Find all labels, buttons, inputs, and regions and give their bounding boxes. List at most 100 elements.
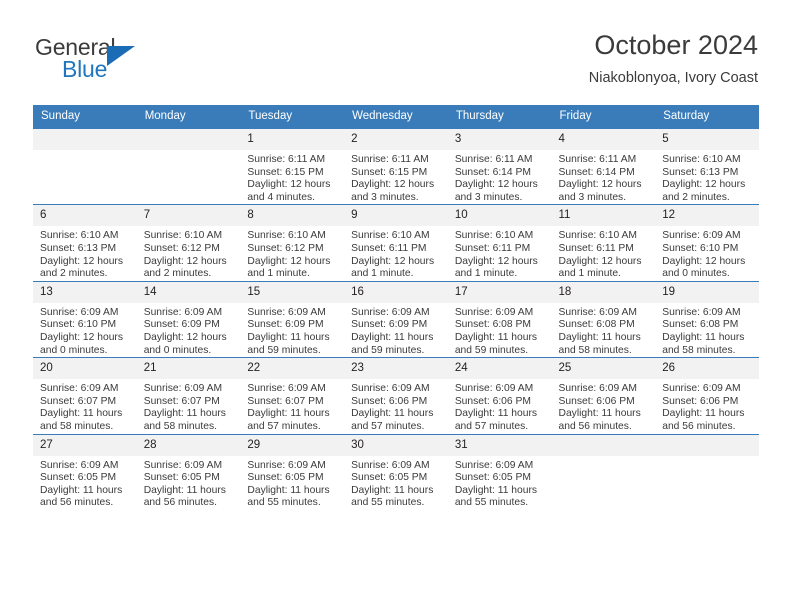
calendar-day-cell[interactable]: 21 Sunrise: 6:09 AM Sunset: 6:07 PM Dayligh… [136, 357, 241, 434]
daylight-text-line2: and 1 minute. [247, 268, 310, 280]
sunrise-text: Sunrise: 6:10 AM [143, 230, 223, 242]
daylight-text-line1: Daylight: 12 hours [143, 255, 227, 267]
page-title: October 2024 [594, 30, 758, 60]
daylight-text-line1: Daylight: 12 hours [454, 179, 538, 191]
day-details: Sunrise: 6:09 AM Sunset: 6:08 PM Daylight:… [655, 303, 759, 357]
calendar-day-cell[interactable]: 20 Sunrise: 6:09 AM Sunset: 6:07 PM Dayligh… [33, 357, 137, 434]
calendar-day-cell[interactable]: 13 Sunrise: 6:09 AM Sunset: 6:10 PM Dayligh… [33, 280, 137, 358]
calendar-day-cell[interactable]: 1 Sunrise: 6:11 AM Sunset: 6:15 PM Daylight… [240, 127, 345, 205]
calendar-day-cell[interactable]: 6 Sunrise: 6:10 AM Sunset: 6:13 PM Daylight… [33, 204, 137, 282]
calendar-day-cell[interactable]: 7 Sunrise: 6:10 AM Sunset: 6:12 PM Daylight… [136, 204, 241, 282]
daylight-text-line2: and 0 minutes. [40, 344, 108, 356]
daylight-text-line1: Daylight: 12 hours [247, 179, 331, 191]
day-details: Sunrise: 6:09 AM Sunset: 6:10 PM Daylight:… [33, 303, 137, 357]
sunset-text: Sunset: 6:13 PM [40, 242, 117, 254]
sunrise-text: Sunrise: 6:10 AM [351, 230, 430, 242]
daylight-text-line1: Daylight: 11 hours [351, 331, 434, 343]
day-number: 26 [655, 358, 759, 380]
triangle-icon [107, 46, 135, 66]
day-number: 17 [447, 281, 552, 303]
calendar-day-cell[interactable]: 19 Sunrise: 6:09 AM Sunset: 6:08 PM Dayligh… [655, 280, 759, 358]
calendar-day-cell[interactable]: 17 Sunrise: 6:09 AM Sunset: 6:08 PM Dayligh… [447, 280, 552, 358]
sunrise-text: Sunrise: 6:09 AM [454, 383, 534, 395]
calendar-day-cell[interactable]: 23 Sunrise: 6:09 AM Sunset: 6:06 PM Dayligh… [344, 357, 448, 434]
calendar-day-cell[interactable]: 22 Sunrise: 6:09 AM Sunset: 6:07 PM Dayligh… [240, 357, 345, 434]
sunrise-text: Sunrise: 6:10 AM [247, 230, 326, 242]
calendar-day-cell[interactable]: 2 Sunrise: 6:11 AM Sunset: 6:15 PM Daylight… [344, 127, 448, 205]
daylight-text-line2: and 4 minutes. [247, 191, 315, 203]
day-number: 4 [551, 129, 656, 150]
daylight-text-line2: and 57 minutes. [247, 420, 321, 432]
calendar-table: Sunday Monday Tuesday Wednesday Thursday… [33, 105, 759, 510]
daylight-text-line2: and 55 minutes. [454, 497, 529, 509]
sunrise-text: Sunrise: 6:11 AM [558, 154, 637, 165]
calendar-day-cell[interactable]: 25 Sunrise: 6:09 AM Sunset: 6:06 PM Dayligh… [551, 357, 656, 434]
sunset-text: Sunset: 6:08 PM [662, 319, 739, 331]
calendar-day-cell[interactable]: 11 Sunrise: 6:10 AM Sunset: 6:11 PM Dayligh… [551, 204, 656, 282]
daylight-text-line2: and 1 minute. [454, 268, 518, 280]
daylight-text-line1: Daylight: 11 hours [143, 408, 226, 420]
day-number [655, 434, 759, 456]
day-details: Sunrise: 6:09 AM Sunset: 6:05 PM Daylight:… [448, 456, 552, 510]
calendar-day-cell[interactable]: 31 Sunrise: 6:09 AM Sunset: 6:05 PM Dayligh… [447, 433, 552, 510]
daylight-text-line2: and 3 minutes. [558, 191, 627, 203]
calendar-day-cell[interactable]: 16 Sunrise: 6:09 AM Sunset: 6:09 PM Dayligh… [344, 280, 448, 358]
sunset-text: Sunset: 6:11 PM [454, 242, 531, 254]
day-details [552, 456, 656, 460]
sunset-text: Sunset: 6:13 PM [662, 166, 739, 178]
sunrise-text: Sunrise: 6:09 AM [662, 230, 741, 242]
sunrise-text: Sunrise: 6:09 AM [143, 306, 223, 318]
sunset-text: Sunset: 6:05 PM [143, 472, 220, 484]
day-number: 27 [33, 434, 137, 456]
day-details: Sunrise: 6:09 AM Sunset: 6:06 PM Daylight:… [448, 379, 552, 433]
daylight-text-line1: Daylight: 12 hours [351, 179, 435, 191]
calendar-day-cell[interactable]: 15 Sunrise: 6:09 AM Sunset: 6:09 PM Dayligh… [240, 280, 345, 358]
calendar-day-cell[interactable]: 27 Sunrise: 6:09 AM Sunset: 6:05 PM Dayligh… [33, 433, 137, 510]
day-details: Sunrise: 6:09 AM Sunset: 6:10 PM Daylight:… [655, 226, 759, 280]
day-details: Sunrise: 6:11 AM Sunset: 6:14 PM Daylight:… [552, 150, 656, 204]
calendar-day-cell[interactable]: 4 Sunrise: 6:11 AM Sunset: 6:14 PM Daylight… [551, 127, 656, 205]
sunrise-text: Sunrise: 6:09 AM [40, 306, 119, 318]
sunset-text: Sunset: 6:05 PM [454, 472, 531, 484]
sunrise-text: Sunrise: 6:09 AM [247, 306, 326, 318]
day-details: Sunrise: 6:09 AM Sunset: 6:05 PM Daylight:… [344, 456, 448, 510]
sunset-text: Sunset: 6:08 PM [558, 319, 635, 331]
calendar-day-cell[interactable]: 12 Sunrise: 6:09 AM Sunset: 6:10 PM Dayligh… [655, 204, 759, 282]
calendar-day-cell[interactable]: 8 Sunrise: 6:10 AM Sunset: 6:12 PM Daylight… [240, 204, 345, 282]
calendar-day-cell-empty [33, 127, 137, 205]
calendar-day-cell[interactable]: 28 Sunrise: 6:09 AM Sunset: 6:05 PM Dayligh… [136, 433, 241, 510]
calendar-day-cell[interactable]: 29 Sunrise: 6:09 AM Sunset: 6:05 PM Dayligh… [240, 433, 345, 510]
calendar-day-cell[interactable]: 9 Sunrise: 6:10 AM Sunset: 6:11 PM Daylight… [344, 204, 448, 282]
sunset-text: Sunset: 6:12 PM [247, 242, 324, 254]
day-number: 1 [240, 129, 345, 150]
daylight-text-line2: and 55 minutes. [247, 497, 321, 509]
calendar-day-cell[interactable]: 24 Sunrise: 6:09 AM Sunset: 6:06 PM Dayligh… [447, 357, 552, 434]
calendar-week-row: 20 Sunrise: 6:09 AM Sunset: 6:07 PM Dayligh… [33, 357, 759, 434]
calendar-day-cell-empty [551, 433, 656, 510]
calendar-day-cell[interactable]: 18 Sunrise: 6:09 AM Sunset: 6:08 PM Dayligh… [551, 280, 656, 358]
daylight-text-line2: and 55 minutes. [351, 497, 425, 509]
day-number: 30 [344, 434, 448, 456]
general-blue-logo[interactable]: General Blue [34, 34, 254, 90]
calendar-day-cell[interactable]: 26 Sunrise: 6:09 AM Sunset: 6:06 PM Dayligh… [655, 357, 759, 434]
calendar-day-cell[interactable]: 10 Sunrise: 6:10 AM Sunset: 6:11 PM Dayligh… [447, 204, 552, 282]
day-number: 13 [33, 281, 137, 303]
calendar-day-cell[interactable]: 5 Sunrise: 6:10 AM Sunset: 6:13 PM Daylight… [655, 127, 759, 205]
daylight-text-line2: and 56 minutes. [558, 420, 632, 432]
daylight-text-line2: and 0 minutes. [143, 344, 212, 356]
daylight-text-line2: and 56 minutes. [662, 420, 736, 432]
daylight-text-line1: Daylight: 12 hours [40, 255, 123, 267]
daylight-text-line2: and 59 minutes. [351, 344, 425, 356]
daylight-text-line1: Daylight: 12 hours [351, 255, 435, 267]
day-details: Sunrise: 6:10 AM Sunset: 6:11 PM Daylight:… [344, 226, 448, 280]
daylight-text-line1: Daylight: 12 hours [40, 331, 123, 343]
calendar-day-cell[interactable]: 14 Sunrise: 6:09 AM Sunset: 6:09 PM Dayligh… [136, 280, 241, 358]
daylight-text-line2: and 1 minute. [558, 268, 621, 280]
day-number: 11 [551, 205, 656, 227]
day-details: Sunrise: 6:09 AM Sunset: 6:05 PM Daylight:… [33, 456, 137, 510]
sunrise-text: Sunrise: 6:09 AM [40, 383, 119, 395]
daylight-text-line1: Daylight: 11 hours [662, 408, 745, 420]
sunset-text: Sunset: 6:09 PM [351, 319, 428, 331]
calendar-day-cell[interactable]: 30 Sunrise: 6:09 AM Sunset: 6:05 PM Dayligh… [344, 433, 448, 510]
calendar-day-cell[interactable]: 3 Sunrise: 6:11 AM Sunset: 6:14 PM Daylight… [447, 127, 552, 205]
